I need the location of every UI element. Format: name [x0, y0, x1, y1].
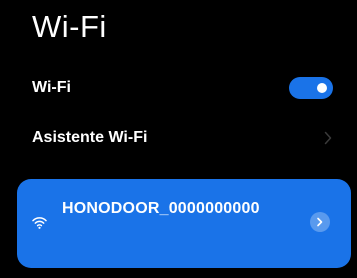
network-ssid: HONODOOR_0000000000: [62, 200, 260, 217]
wifi-toggle-label: Wi-Fi: [32, 79, 71, 96]
page-title: Wi-Fi: [32, 9, 107, 44]
chevron-right-icon: [324, 131, 332, 145]
wifi-toggle-row[interactable]: Wi-Fi: [0, 68, 357, 108]
connected-network-card[interactable]: HONODOOR_0000000000: [17, 179, 351, 268]
toggle-knob: [317, 83, 327, 93]
wifi-toggle-switch[interactable]: [289, 77, 333, 99]
wifi-icon: [32, 217, 47, 229]
wifi-assistant-row[interactable]: Asistente Wi-Fi: [0, 118, 357, 158]
wifi-assistant-label: Asistente Wi-Fi: [32, 129, 148, 146]
chevron-right-icon: [317, 217, 323, 227]
network-details-button[interactable]: [310, 212, 330, 232]
